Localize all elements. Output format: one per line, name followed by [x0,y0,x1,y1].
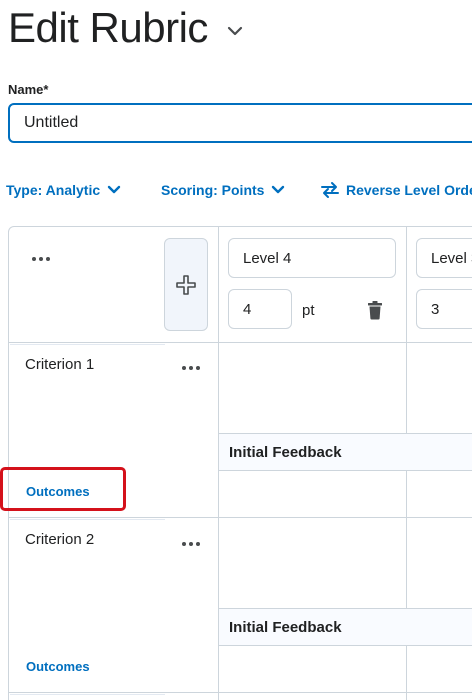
scoring-dropdown-label: Scoring: Points [161,182,265,198]
dot [32,257,36,261]
level-name-input[interactable] [228,238,396,278]
grid-divider [9,342,472,343]
level-name-input[interactable] [416,238,472,278]
reverse-level-order-button[interactable]: Reverse Level Order [320,180,472,200]
rubric-toolbar: Type: Analytic Scoring: Points Reverse L… [0,180,472,200]
page-title: Edit Rubric [8,4,208,51]
dot [46,257,50,261]
name-input[interactable] [8,103,472,143]
grid-divider [218,433,472,434]
initial-feedback-label: Initial Feedback [229,444,342,461]
outcomes-link[interactable]: Outcomes [26,659,90,674]
criterion-more-options-button[interactable] [182,366,200,370]
level-points-input[interactable] [228,289,292,329]
scoring-dropdown-button[interactable]: Scoring: Points [161,180,286,200]
swap-arrows-icon [321,182,339,198]
dot [189,366,193,370]
criterion-more-options-button[interactable] [182,542,200,546]
dot [196,366,200,370]
plus-icon [176,274,196,295]
points-unit-label: pt [302,302,315,319]
dot [196,542,200,546]
outcomes-highlight-box [0,467,126,511]
name-field-label: Name* [8,82,49,97]
criterion-name[interactable]: Criterion 1 [25,356,94,373]
chevron-down-icon [107,185,121,194]
chevron-down-icon[interactable] [226,22,244,40]
initial-feedback-label: Initial Feedback [229,619,342,636]
type-dropdown-button[interactable]: Type: Analytic [6,180,122,200]
trash-icon[interactable] [367,301,383,320]
grid-divider [9,692,472,693]
type-dropdown-label: Type: Analytic [6,182,101,198]
grid-divider [218,645,472,646]
rubric-grid: pt Criterion 1 Initial Feedback Outcomes… [8,226,472,700]
level-points-input[interactable] [416,289,472,329]
dot [189,542,193,546]
grid-divider [218,608,472,609]
dot [182,366,186,370]
dot [39,257,43,261]
chevron-down-icon [272,185,285,194]
criterion-shade [10,519,165,520]
grid-divider [218,470,472,471]
grid-divider [9,517,472,518]
reverse-level-order-label: Reverse Level Order [346,182,472,198]
add-level-button[interactable] [164,238,208,331]
criterion-shade [10,694,165,695]
dot [182,542,186,546]
header-more-options-button[interactable] [32,257,50,261]
criterion-name[interactable]: Criterion 2 [25,531,94,548]
criterion-shade [10,344,165,345]
